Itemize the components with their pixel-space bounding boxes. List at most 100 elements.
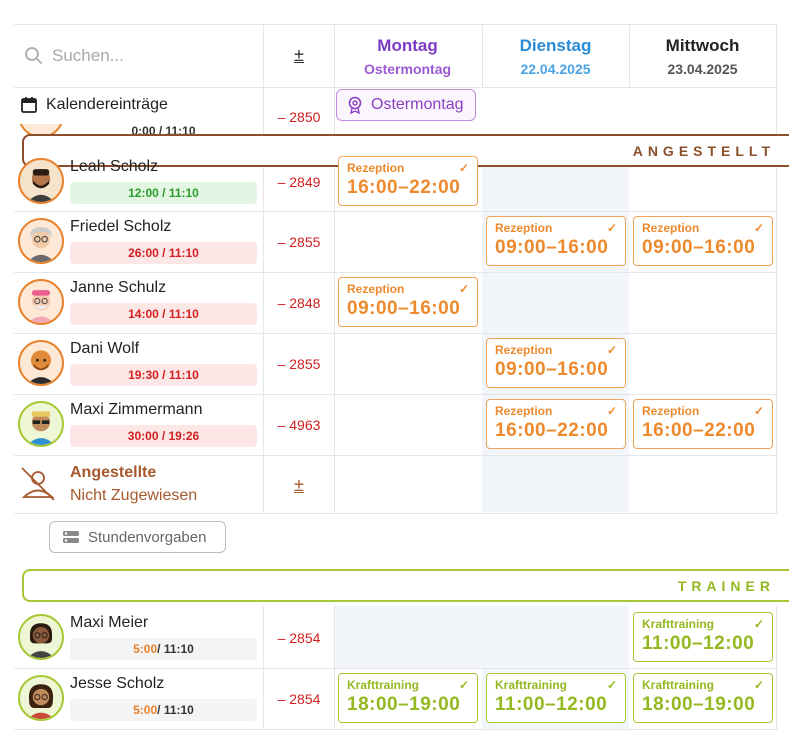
check-icon: ✓ [606,221,617,235]
diff-text: – 2849 [277,174,321,190]
unassigned-plus-minus[interactable]: ± [264,456,334,514]
shift-card[interactable]: Rezeption ✓ 09:00–16:00 [486,338,626,388]
unassigned-subtitle: Nicht Zugewiesen [70,487,198,504]
hours-badge: 19:30 / 11:10 [70,364,257,386]
check-icon: ✓ [458,282,469,296]
shift-card[interactable]: Krafttraining ✓ 18:00–19:00 [338,673,478,723]
shift-time: 09:00–16:00 [495,237,609,258]
employee-name: Janne Schulz [70,279,167,296]
hours-diff: – 2854 [264,608,334,668]
check-icon: ✓ [606,678,617,692]
shift-card[interactable]: Rezeption ✓ 16:00–22:00 [338,156,478,206]
holiday-chip[interactable]: Ostermontag [336,89,477,121]
avatar [18,401,64,447]
check-icon: ✓ [458,161,469,175]
shift-role: Rezeption [642,221,700,235]
trainer-row[interactable]: Jesse Scholz 5:00 / 11:10 [14,669,264,729]
day-header-wednesday[interactable]: Mittwoch 23.04.2025 [629,24,776,88]
check-icon: ✓ [606,343,617,357]
employee-row[interactable]: Friedel Scholz 26:00 / 11:10 [14,212,264,272]
avatar [18,675,64,721]
check-icon: ✓ [458,678,469,692]
unassigned-row[interactable]: Angestellte Nicht Zugewiesen [14,456,264,514]
hours-done: 5:00 [133,642,158,656]
tuesday-column-bg [482,140,629,512]
shift-card[interactable]: Rezeption ✓ 16:00–22:00 [633,399,773,449]
unassigned-title: Angestellte [70,464,157,481]
check-icon: ✓ [753,678,764,692]
employee-row[interactable]: Leah Scholz 12:00 / 11:10 [14,152,264,211]
hours-diff: – 2848 [264,273,334,333]
shift-time: 11:00–12:00 [642,633,755,654]
award-icon [348,96,362,114]
employee-row[interactable]: Maxi Zimmermann 30:00 / 19:26 [14,395,264,455]
settings-list-icon [63,531,79,543]
employee-name: Maxi Meier [70,614,149,631]
employee-name: Jesse Scholz [70,675,165,692]
shift-time: 16:00–22:00 [495,420,609,441]
day-header-monday[interactable]: Montag Ostermontag [334,24,481,88]
day-header-tuesday[interactable]: Dienstag 22.04.2025 [482,24,629,88]
plus-minus-header[interactable]: ± [264,24,334,88]
shift-card[interactable]: Rezeption ✓ 09:00–16:00 [633,216,773,266]
search-box[interactable] [14,24,264,88]
monday-cell-bg [334,606,482,668]
shift-time: 16:00–22:00 [347,177,461,198]
hours-diff: – 2849 [264,152,334,212]
employee-name: Maxi Zimmermann [70,401,203,418]
avatar [18,279,64,325]
hour-standards-button[interactable]: Stundenvorgaben [49,521,226,553]
search-input[interactable] [52,45,232,66]
shift-time: 11:00–12:00 [495,694,608,715]
hours-badge: 26:00 / 11:10 [70,242,257,264]
shift-card[interactable]: Krafttraining ✓ 18:00–19:00 [633,673,773,723]
shift-role: Rezeption [347,161,405,175]
employee-row[interactable]: Dani Wolf 19:30 / 11:10 [14,334,264,394]
shift-card[interactable]: Krafttraining ✓ 11:00–12:00 [486,673,626,723]
day-name: Dienstag [519,36,592,55]
hours-diff: – 2855 [264,334,334,394]
button-label: Stundenvorgaben [88,528,207,546]
hours-badge: 30:00 / 19:26 [70,425,257,447]
shift-role: Rezeption [495,221,553,235]
day-sub: 22.04.2025 [520,61,591,77]
shift-card[interactable]: Rezeption ✓ 16:00–22:00 [486,399,626,449]
avatar [18,340,64,386]
hours-badge: 12:00 / 11:10 [70,182,257,204]
check-icon: ✓ [753,617,764,631]
partial-diff: – 2850 [264,112,334,126]
hours-target: / 11:10 [157,703,194,717]
shift-card[interactable]: Krafttraining ✓ 11:00–12:00 [633,612,773,662]
calendar-entries-label: Kalendereinträge [20,94,168,116]
shift-role: Krafttraining [347,678,419,692]
hours-diff: – 2854 [264,669,334,729]
shift-time: 09:00–16:00 [347,298,461,319]
diff-text: – 2855 [277,234,321,250]
row-divider [14,729,777,730]
hours-target: / 11:10 [157,642,194,656]
shift-card[interactable]: Rezeption ✓ 09:00–16:00 [338,277,478,327]
diff-text: – 4963 [277,417,321,433]
diff-text: – 2848 [277,295,321,311]
check-icon: ✓ [606,404,617,418]
shift-card[interactable]: Rezeption ✓ 09:00–16:00 [486,216,626,266]
diff-text: – 2855 [277,356,321,372]
day-name: Montag [377,36,438,55]
diff-text: – 2854 [277,630,321,646]
partial-diff-text: – 2850 [277,112,321,125]
employee-row[interactable]: Janne Schulz 14:00 / 11:10 [14,273,264,333]
hours-badge: 5:00 / 11:10 [70,699,257,721]
grid-line [776,24,777,514]
shift-role: Krafttraining [642,678,714,692]
diff-text: – 2854 [277,691,321,707]
shift-time: 18:00–19:00 [347,694,461,715]
grid-line [334,24,335,514]
shift-role: Rezeption [642,404,700,418]
calendar-entries-text: Kalendereinträge [46,96,168,113]
shift-role: Rezeption [495,343,553,357]
group-bar-trainer[interactable]: TRAINER [22,569,789,602]
holiday-label: Ostermontag [371,96,464,113]
trainer-row[interactable]: Maxi Meier 5:00 / 11:10 [14,608,264,668]
group-label: TRAINER [677,577,775,594]
employee-name: Dani Wolf [70,340,140,357]
